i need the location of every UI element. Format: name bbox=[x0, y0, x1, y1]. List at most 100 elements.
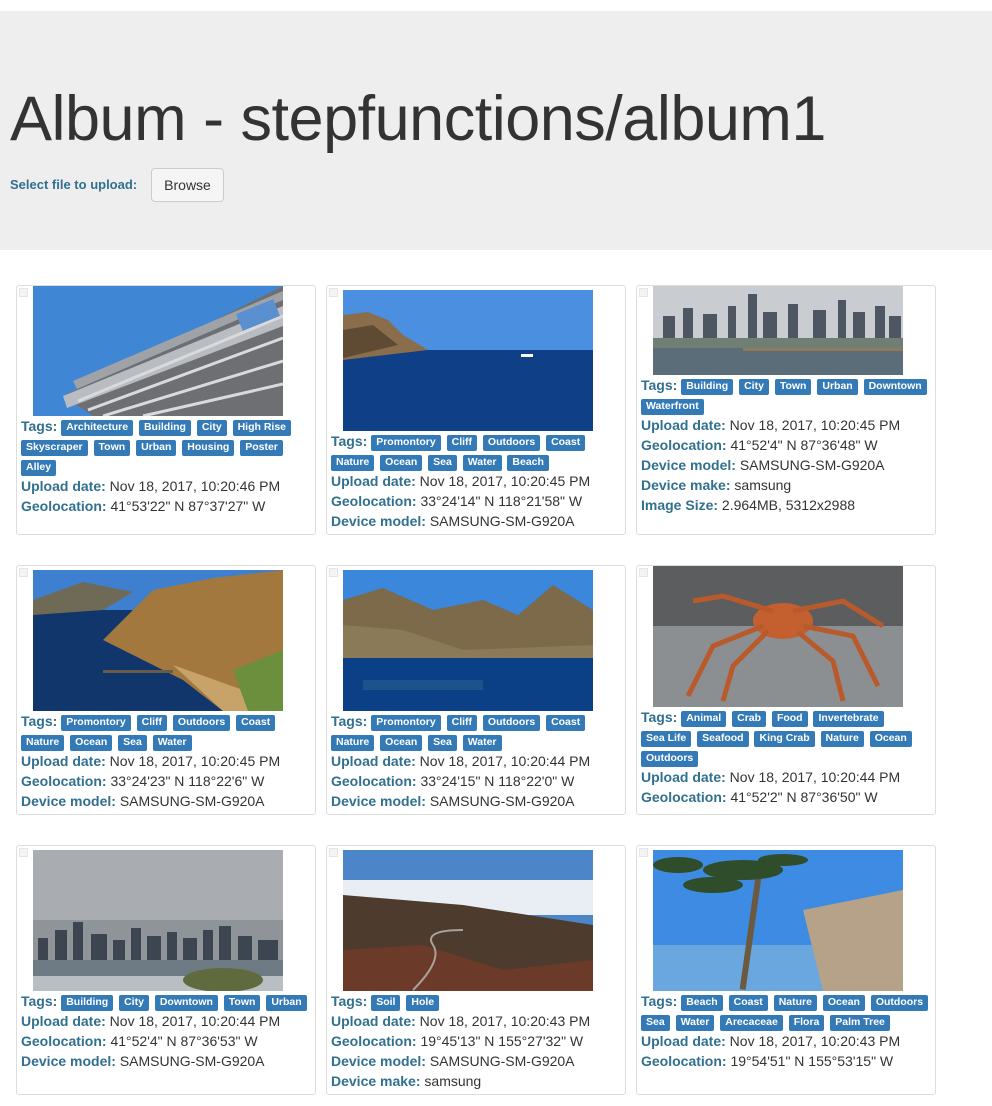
tag-badge[interactable]: Ocean bbox=[70, 735, 113, 751]
tag-badge[interactable]: Downtown bbox=[154, 995, 218, 1011]
device-model-row: Device model: SAMSUNG-SM-G920A bbox=[331, 1051, 621, 1071]
tag-badge[interactable]: Poster bbox=[240, 440, 283, 456]
tag-badge[interactable]: Town bbox=[93, 440, 131, 456]
upload-date-value: Nov 18, 2017, 10:20:45 PM bbox=[419, 473, 591, 489]
geolocation-label: Geolocation: bbox=[331, 493, 417, 509]
tag-badge[interactable]: Downtown bbox=[863, 379, 927, 395]
tag-badge[interactable]: Urban bbox=[136, 440, 177, 456]
tag-badge[interactable]: Ocean bbox=[822, 995, 865, 1011]
tag-badge[interactable]: Building bbox=[138, 420, 191, 436]
photo-thumbnail[interactable] bbox=[343, 570, 593, 711]
tag-badge[interactable]: Promontory bbox=[371, 715, 441, 731]
tag-badge[interactable]: Outdoors bbox=[172, 715, 231, 731]
broken-image-icon bbox=[19, 848, 28, 857]
tag-badge[interactable]: Outdoors bbox=[870, 995, 929, 1011]
tag-badge[interactable]: Alley bbox=[21, 460, 57, 476]
tag-badge[interactable]: Food bbox=[771, 711, 808, 727]
tag-badge[interactable]: Nature bbox=[820, 731, 864, 747]
tag-badge[interactable]: Sea bbox=[428, 735, 457, 751]
tag-badge[interactable]: Seafood bbox=[697, 731, 749, 747]
geolocation-label: Geolocation: bbox=[21, 773, 107, 789]
upload-date-label: Upload date: bbox=[21, 753, 106, 769]
tag-badge[interactable]: Water bbox=[152, 735, 192, 751]
tag-badge[interactable]: Sea bbox=[118, 735, 147, 751]
photo-thumbnail[interactable] bbox=[343, 290, 593, 431]
tag-badge[interactable]: Nature bbox=[331, 455, 375, 471]
tag-badge[interactable]: Flora bbox=[788, 1015, 825, 1031]
tag-badge[interactable]: Outdoors bbox=[482, 715, 541, 731]
tag-badge[interactable]: Water bbox=[462, 455, 502, 471]
tag-badge[interactable]: City bbox=[119, 995, 149, 1011]
tag-badge[interactable]: Skyscraper bbox=[21, 440, 88, 456]
tag-badge[interactable]: Ocean bbox=[869, 731, 912, 747]
tag-badge[interactable]: Outdoors bbox=[641, 751, 699, 767]
photo-thumbnail[interactable] bbox=[653, 850, 903, 991]
tag-badge[interactable]: Nature bbox=[331, 735, 375, 751]
photo-info: Tags: Promontory Cliff Outdoors Coast Na… bbox=[21, 711, 311, 811]
tag-badge[interactable]: Animal bbox=[681, 711, 727, 727]
geolocation-label: Geolocation: bbox=[641, 1053, 727, 1069]
photo-info: Tags: Building City Downtown Town Urban … bbox=[21, 991, 311, 1071]
geolocation-value: 41°52'4" N 87°36'48" W bbox=[730, 437, 878, 453]
tag-badge[interactable]: Hole bbox=[406, 995, 440, 1011]
tag-badge[interactable]: Cliff bbox=[446, 435, 478, 451]
tag-badge[interactable]: Beach bbox=[681, 995, 723, 1011]
tag-badge[interactable]: High Rise bbox=[232, 420, 292, 436]
device-make-label: Device make: bbox=[331, 1073, 421, 1089]
photo-thumbnail[interactable] bbox=[653, 286, 903, 375]
tag-badge[interactable]: Sea Life bbox=[641, 731, 692, 747]
tag-badge[interactable]: Town bbox=[223, 995, 261, 1011]
tag-badge[interactable]: Water bbox=[462, 735, 502, 751]
tag-badge[interactable]: Coast bbox=[546, 715, 586, 731]
photo-thumbnail[interactable] bbox=[653, 566, 903, 707]
tag-badge[interactable]: Urban bbox=[817, 379, 858, 395]
tag-badge[interactable]: Sea bbox=[428, 455, 457, 471]
geolocation-row: Geolocation: 41°52'2" N 87°36'50" W bbox=[641, 787, 931, 807]
tag-badge[interactable]: King Crab bbox=[754, 731, 815, 747]
tag-badge[interactable]: Crab bbox=[732, 711, 767, 727]
tag-badge[interactable]: Outdoors bbox=[482, 435, 541, 451]
tag-badge[interactable]: Urban bbox=[266, 995, 307, 1011]
tag-badge[interactable]: Nature bbox=[21, 735, 65, 751]
tag-badge[interactable]: Building bbox=[681, 379, 734, 395]
tag-badge[interactable]: Arecaceae bbox=[720, 1015, 783, 1031]
broken-image-icon bbox=[19, 568, 28, 577]
tag-badge[interactable]: Coast bbox=[546, 435, 586, 451]
tag-badge[interactable]: Cliff bbox=[446, 715, 478, 731]
tag-badge[interactable]: Building bbox=[61, 995, 114, 1011]
browse-button[interactable]: Browse bbox=[151, 168, 224, 202]
tag-badge[interactable]: Ocean bbox=[380, 455, 423, 471]
tag-badge[interactable]: Beach bbox=[507, 455, 549, 471]
tag-badge[interactable]: Palm Tree bbox=[830, 1015, 890, 1031]
geolocation-label: Geolocation: bbox=[641, 789, 727, 805]
tag-badge[interactable]: Soil bbox=[371, 995, 401, 1011]
tag-badge[interactable]: Promontory bbox=[61, 715, 131, 731]
tag-badge[interactable]: Promontory bbox=[371, 435, 441, 451]
image-size-row: Image Size: 2.964MB, 5312x2988 bbox=[641, 495, 931, 515]
tag-badge[interactable]: Sea bbox=[641, 1015, 670, 1031]
device-make-row: Device make: samsung bbox=[641, 475, 931, 495]
tag-badge[interactable]: Coast bbox=[236, 715, 276, 731]
tags-label: Tags: bbox=[641, 709, 678, 725]
tag-badge[interactable]: Cliff bbox=[136, 715, 168, 731]
tag-badge[interactable]: Coast bbox=[728, 995, 768, 1011]
photo-thumbnail[interactable] bbox=[33, 570, 283, 711]
tag-badge[interactable]: City bbox=[739, 379, 769, 395]
tag-badge[interactable]: City bbox=[196, 420, 227, 436]
photo-thumbnail[interactable] bbox=[33, 850, 283, 991]
upload-date-value: Nov 18, 2017, 10:20:44 PM bbox=[109, 1013, 281, 1029]
upload-date-value: Nov 18, 2017, 10:20:43 PM bbox=[729, 1033, 901, 1049]
tag-badge[interactable]: Housing bbox=[182, 440, 235, 456]
photo-thumbnail[interactable] bbox=[33, 286, 283, 416]
geolocation-label: Geolocation: bbox=[641, 437, 727, 453]
broken-image-icon bbox=[639, 848, 648, 857]
tag-badge[interactable]: Nature bbox=[773, 995, 817, 1011]
upload-date-label: Upload date: bbox=[331, 473, 416, 489]
tag-badge[interactable]: Ocean bbox=[380, 735, 423, 751]
tag-badge[interactable]: Water bbox=[675, 1015, 715, 1031]
tag-badge[interactable]: Architecture bbox=[61, 420, 134, 436]
tag-badge[interactable]: Invertebrate bbox=[813, 711, 884, 727]
tag-badge[interactable]: Waterfront bbox=[641, 399, 704, 415]
tag-badge[interactable]: Town bbox=[774, 379, 812, 395]
photo-thumbnail[interactable] bbox=[343, 850, 593, 991]
